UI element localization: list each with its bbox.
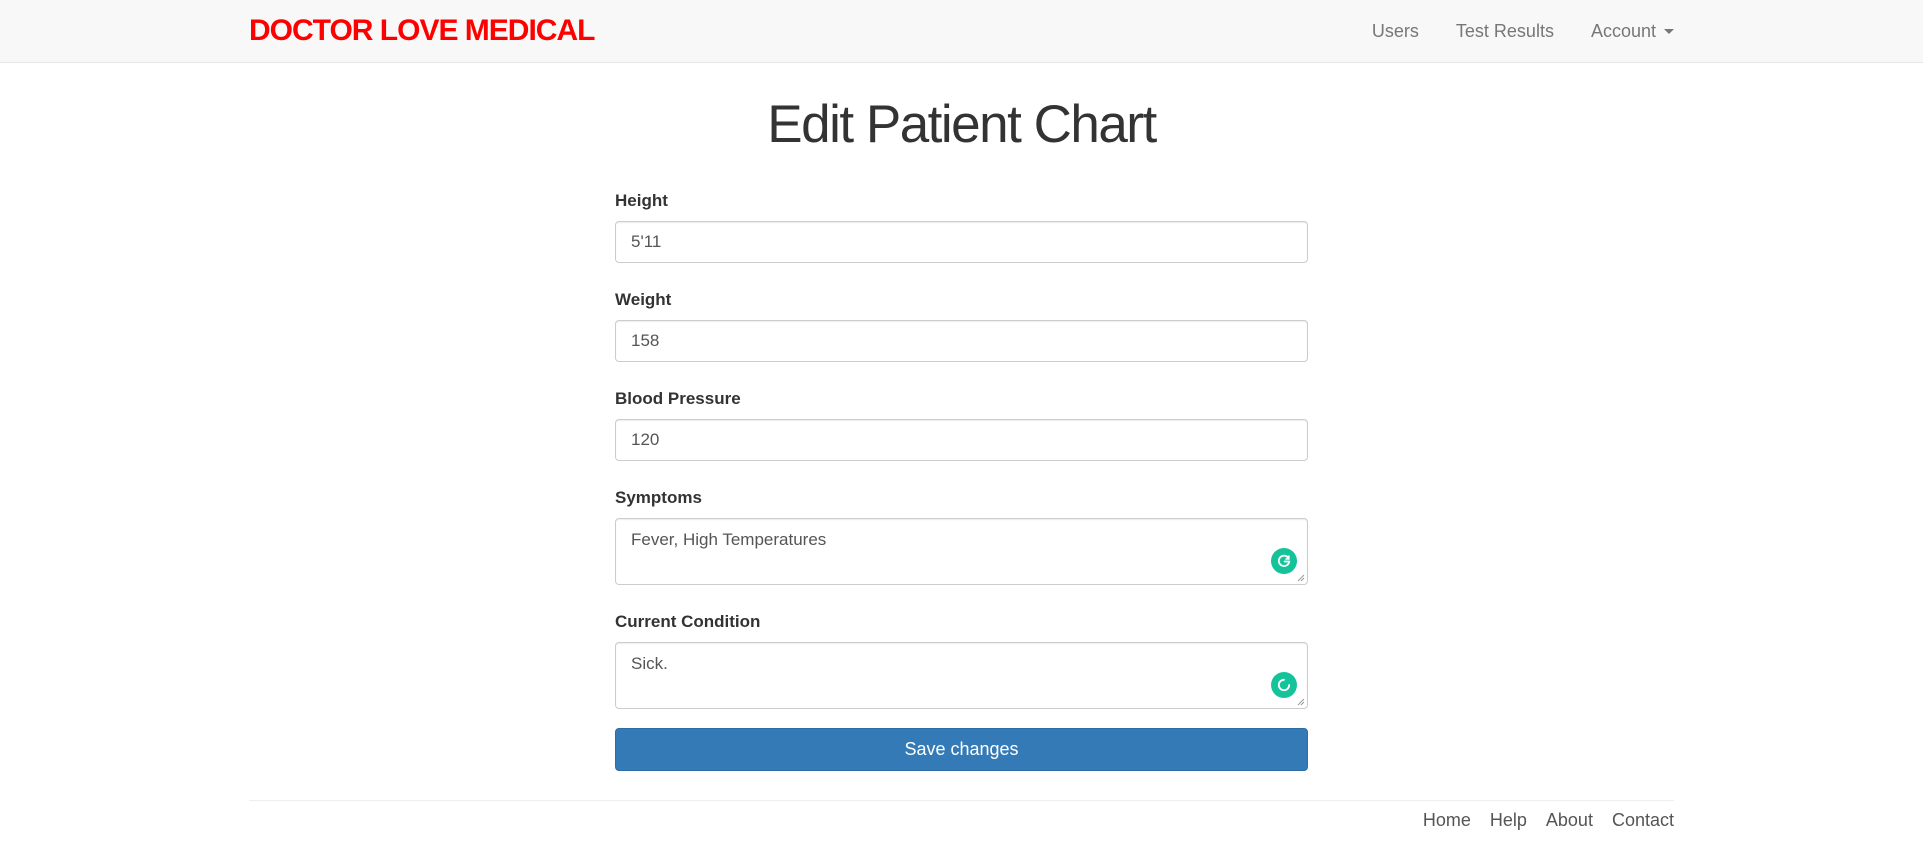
nav-account-label: Account	[1590, 21, 1656, 41]
blood-pressure-field[interactable]: 120	[615, 419, 1308, 461]
grammarly-icon[interactable]	[1271, 548, 1297, 574]
height-group: Height 5'11	[615, 190, 1308, 263]
nav-test-results[interactable]: Test Results	[1456, 20, 1554, 42]
save-changes-button[interactable]: Save changes	[615, 728, 1308, 771]
symptoms-label: Symptoms	[615, 488, 702, 507]
page-title: Edit Patient Chart	[767, 95, 1157, 154]
blood-pressure-group: Blood Pressure 120	[615, 388, 1308, 461]
height-field[interactable]: 5'11	[615, 221, 1308, 263]
footer-link-help[interactable]: Help	[1490, 809, 1527, 831]
nav-users[interactable]: Users	[1372, 20, 1419, 42]
footer-link-about[interactable]: About	[1546, 809, 1593, 831]
patient-chart-form: Height 5'11 Weight 158 Blood Pressure 12…	[615, 190, 1308, 771]
caret-down-icon	[1664, 28, 1674, 34]
main-nav: Users Test Results Account	[1372, 20, 1674, 42]
weight-field[interactable]: 158	[615, 320, 1308, 362]
symptoms-group: Symptoms Fever, High Temperatures	[615, 487, 1308, 585]
current-condition-value: Sick.	[631, 654, 668, 673]
current-condition-group: Current Condition Sick.	[615, 611, 1308, 709]
symptoms-value: Fever, High Temperatures	[631, 530, 827, 549]
brand-logo[interactable]: DOCTOR LOVE MEDICAL	[249, 14, 595, 48]
footer-nav: Home Help About Contact	[1423, 809, 1674, 831]
current-condition-textarea[interactable]: Sick.	[615, 642, 1308, 709]
footer-link-contact[interactable]: Contact	[1612, 809, 1674, 831]
current-condition-label: Current Condition	[615, 612, 761, 631]
weight-group: Weight 158	[615, 289, 1308, 362]
resize-handle-icon[interactable]	[1297, 698, 1305, 706]
footer-divider	[249, 800, 1674, 801]
height-label: Height	[615, 191, 668, 210]
footer-link-home[interactable]: Home	[1423, 809, 1471, 831]
resize-handle-icon[interactable]	[1297, 574, 1305, 582]
symptoms-textarea[interactable]: Fever, High Temperatures	[615, 518, 1308, 585]
weight-label: Weight	[615, 290, 672, 309]
grammarly-loading-icon[interactable]	[1271, 672, 1297, 698]
blood-pressure-label: Blood Pressure	[615, 389, 741, 408]
top-navbar: DOCTOR LOVE MEDICAL Users Test Results A…	[0, 0, 1923, 63]
nav-account-dropdown[interactable]: Account	[1591, 20, 1674, 42]
